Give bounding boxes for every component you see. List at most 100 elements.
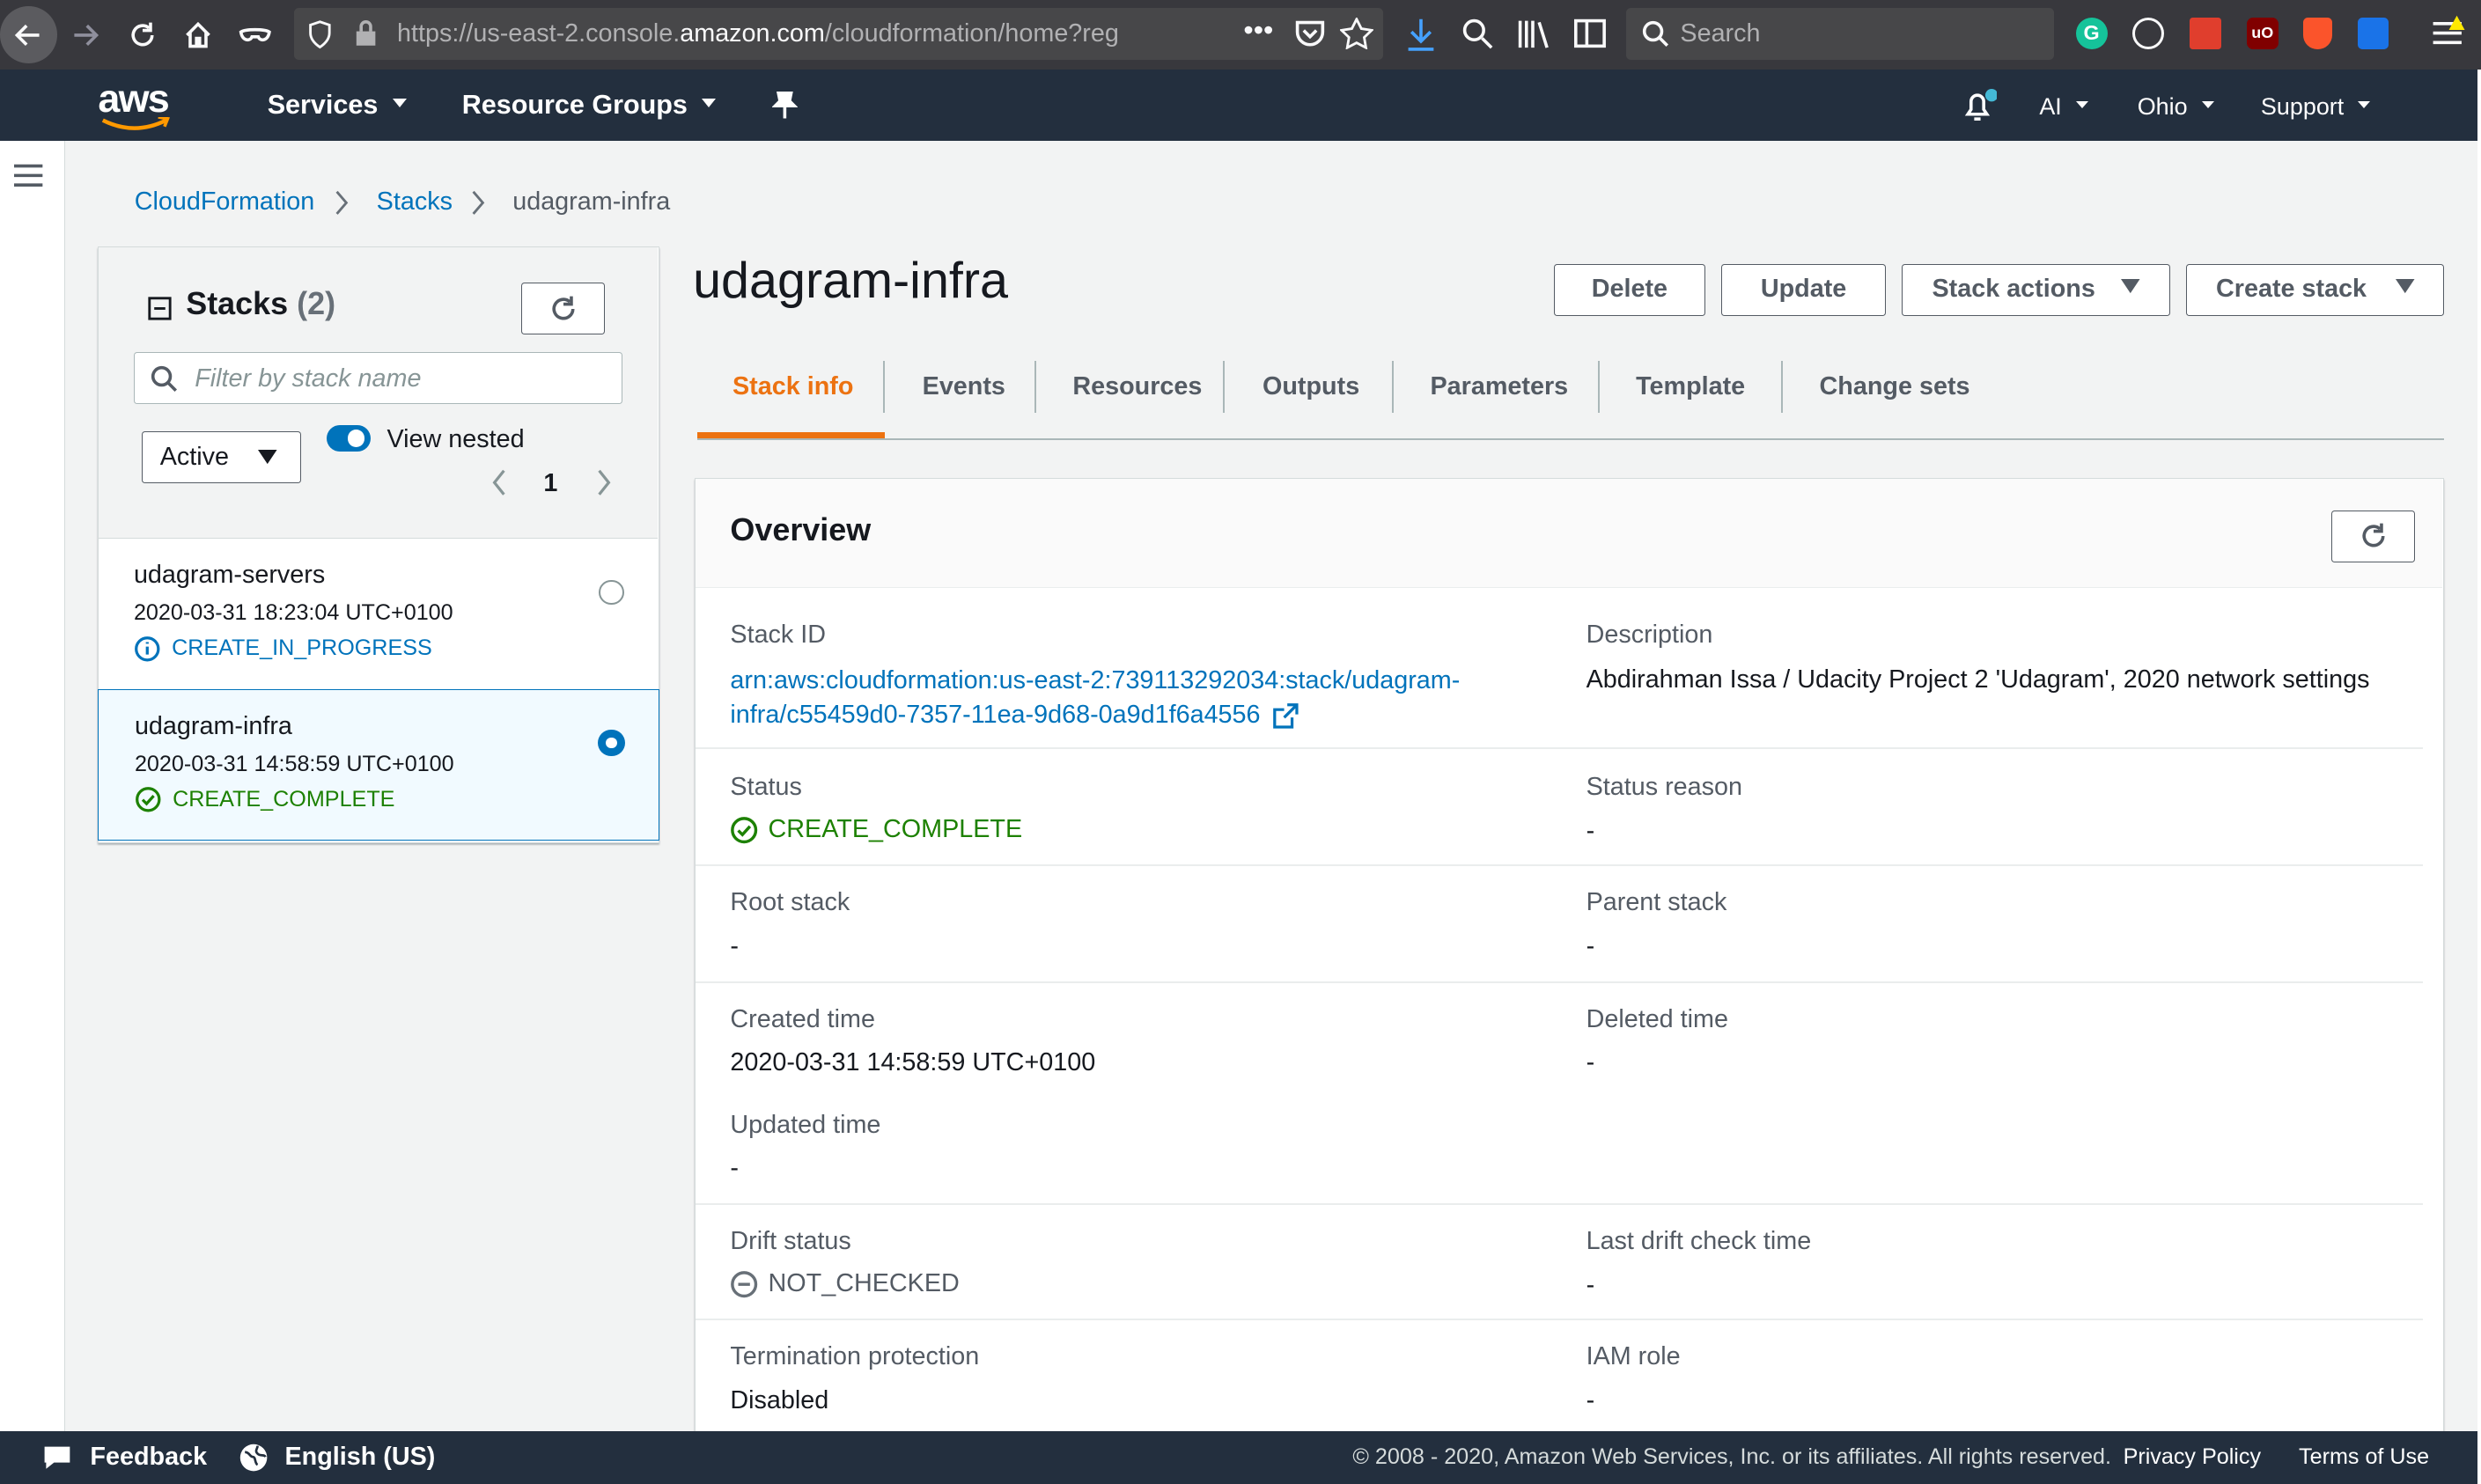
library-icon[interactable]: [1517, 18, 1552, 49]
updated-time-value: -: [730, 1154, 739, 1182]
tab-separator: [1781, 360, 1784, 413]
bookmark-star-icon[interactable]: [1340, 17, 1373, 49]
tab-parameters[interactable]: Parameters: [1430, 356, 1568, 419]
download-icon[interactable]: [1405, 18, 1437, 53]
stack-name: udagram-infra: [134, 711, 292, 740]
stack-actions-button[interactable]: Stack actions: [1901, 264, 2171, 317]
speech-bubble-icon: [44, 1446, 70, 1469]
grammarly-icon[interactable]: G: [2075, 17, 2108, 49]
stack-status-text: CREATE_COMPLETE: [173, 787, 395, 812]
breadcrumb-stacks[interactable]: Stacks: [377, 187, 453, 218]
refresh-stacks-button[interactable]: [521, 282, 606, 335]
stack-list-item-selected[interactable]: udagram-infra 2020-03-31 14:58:59 UTC+01…: [97, 688, 659, 841]
ublock-icon[interactable]: uO: [2246, 17, 2279, 49]
tab-separator: [882, 360, 885, 413]
mask-icon: [239, 27, 271, 41]
globe-icon: [240, 1444, 268, 1472]
terms-of-use-link[interactable]: Terms of Use: [2299, 1431, 2429, 1483]
language-selector[interactable]: English (US): [239, 1431, 435, 1483]
lock-icon: [356, 20, 375, 47]
menu-icon[interactable]: [2430, 14, 2468, 52]
account-extension-icon[interactable]: [2132, 17, 2165, 49]
browser-search-input[interactable]: Search: [1626, 7, 2054, 61]
radio-dot: [606, 737, 618, 749]
support-menu[interactable]: Support: [2261, 70, 2371, 143]
filter-stack-input[interactable]: Filter by stack name: [133, 351, 623, 405]
last-drift-label: Last drift check time: [1586, 1226, 1812, 1255]
notification-bell-icon[interactable]: [1962, 88, 1997, 124]
page-actions-icon[interactable]: •••: [1243, 14, 1273, 47]
tab-change-sets[interactable]: Change sets: [1820, 356, 1970, 419]
divider: [695, 864, 2424, 866]
tab-separator: [1223, 360, 1225, 413]
copyright-text: © 2008 - 2020, Amazon Web Services, Inc.…: [1352, 1444, 2112, 1470]
view-nested-toggle[interactable]: [327, 424, 372, 452]
aws-smile-icon: [101, 116, 170, 130]
page-number[interactable]: 1: [543, 469, 557, 498]
url-text[interactable]: https://us-east-2.console.amazon.com/clo…: [397, 8, 1211, 60]
root-stack-label: Root stack: [730, 888, 850, 917]
services-menu[interactable]: Services: [268, 70, 407, 141]
extension-icon[interactable]: [2357, 17, 2389, 49]
breadcrumb-current: udagram-infra: [512, 187, 671, 217]
caret-down-icon: [2396, 278, 2415, 294]
create-stack-button[interactable]: Create stack: [2186, 264, 2445, 317]
tab-resources[interactable]: Resources: [1072, 356, 1202, 419]
reload-button[interactable]: [114, 6, 171, 63]
privacy-badger-icon[interactable]: [2303, 17, 2332, 49]
forward-button[interactable]: [57, 6, 114, 63]
chevron-left-icon[interactable]: [491, 469, 507, 496]
sidebar-icon[interactable]: [1574, 18, 1606, 49]
pin-icon[interactable]: [771, 92, 798, 120]
language-label: English (US): [284, 1443, 436, 1472]
region-menu[interactable]: Ohio: [2138, 70, 2214, 143]
divider: [695, 747, 2424, 749]
termination-protection-label: Termination protection: [730, 1341, 980, 1370]
tab-template[interactable]: Template: [1636, 356, 1745, 419]
not-checked-icon: [731, 1270, 758, 1297]
stack-status: CREATE_IN_PROGRESS: [134, 635, 432, 663]
collapse-icon[interactable]: [148, 297, 172, 320]
divider: [695, 1202, 2424, 1205]
back-button[interactable]: [0, 6, 57, 63]
divider: [695, 1318, 2424, 1320]
account-menu[interactable]: AI: [2039, 70, 2088, 143]
stack-radio-selected[interactable]: [598, 729, 625, 757]
parent-stack-value: -: [1586, 932, 1595, 961]
stack-id-link[interactable]: arn:aws:cloudformation:us-east-2:7391132…: [730, 664, 1460, 733]
termination-protection-value: Disabled: [730, 1386, 829, 1415]
zoom-search-icon[interactable]: [1461, 18, 1493, 49]
tab-separator: [1597, 360, 1600, 413]
chevron-right-icon[interactable]: [596, 469, 612, 496]
pocket-icon[interactable]: [1294, 19, 1326, 49]
stack-radio[interactable]: [599, 579, 624, 606]
feedback-link[interactable]: Feedback: [41, 1431, 207, 1483]
private-mask-button[interactable]: [226, 6, 283, 63]
pdf-extension-icon[interactable]: [2190, 17, 2221, 49]
chevron-down-icon: [2201, 101, 2214, 110]
aws-logo[interactable]: aws: [98, 76, 169, 121]
updated-time-label: Updated time: [730, 1111, 881, 1140]
tab-outputs[interactable]: Outputs: [1263, 356, 1359, 419]
status-filter-select[interactable]: Active: [141, 430, 302, 484]
chevron-down-icon: [702, 99, 717, 107]
stack-list-item[interactable]: udagram-servers 2020-03-31 18:23:04 UTC+…: [99, 538, 658, 689]
last-drift-value: -: [1586, 1270, 1595, 1299]
arrow-right-icon: [74, 24, 99, 46]
url-bar[interactable]: https://us-east-2.console.amazon.com/clo…: [294, 7, 1383, 61]
resource-groups-menu[interactable]: Resource Groups: [462, 70, 717, 141]
tab-events[interactable]: Events: [923, 356, 1005, 419]
breadcrumb-cloudformation[interactable]: CloudFormation: [135, 187, 315, 218]
drift-status-text: NOT_CHECKED: [768, 1269, 960, 1298]
delete-button[interactable]: Delete: [1553, 264, 1706, 317]
home-button[interactable]: [169, 6, 226, 63]
hamburger-icon[interactable]: [14, 163, 43, 188]
refresh-overview-button[interactable]: [2330, 510, 2416, 562]
chevron-down-icon: [2358, 101, 2371, 110]
tab-stack-info[interactable]: Stack info: [733, 356, 853, 419]
status-value: CREATE_COMPLETE: [730, 815, 1022, 844]
create-stack-label: Create stack: [2216, 275, 2367, 304]
update-button[interactable]: Update: [1721, 264, 1886, 317]
privacy-policy-link[interactable]: Privacy Policy: [2124, 1431, 2261, 1483]
stack-actions-label: Stack actions: [1932, 275, 2095, 304]
